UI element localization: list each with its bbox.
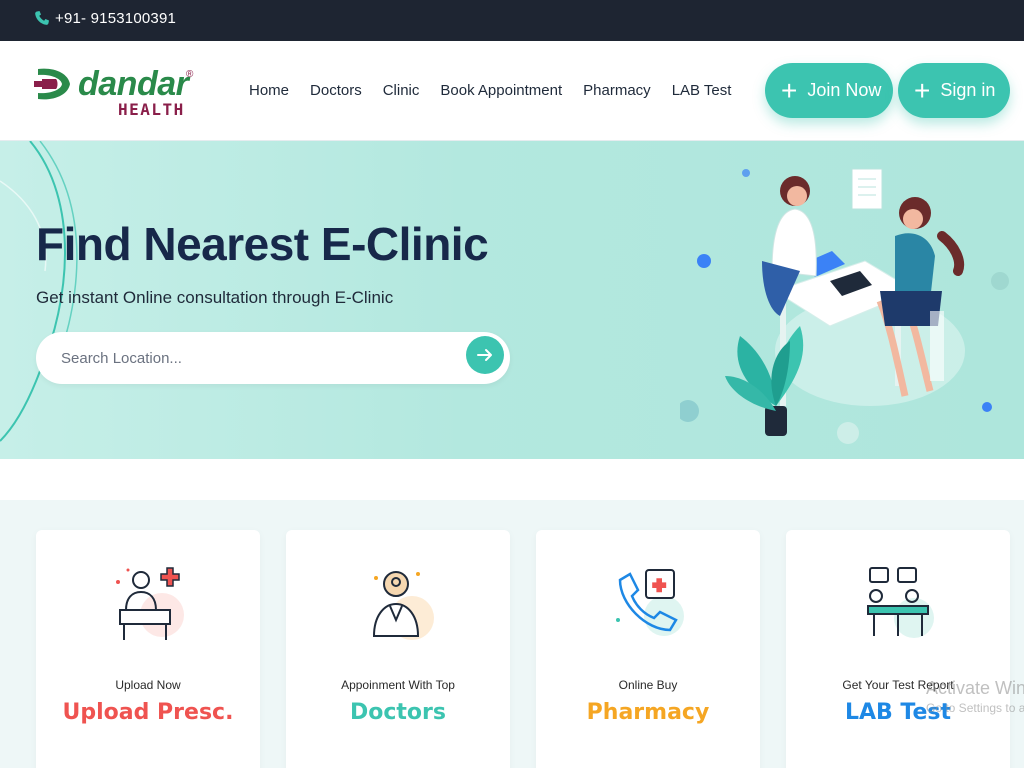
plus-icon: + (914, 74, 931, 106)
hero-title: Find Nearest E-Clinic (36, 218, 489, 270)
nav-doctors[interactable]: Doctors (310, 82, 362, 100)
service-small-doctors: Appoinment With Top (341, 678, 455, 692)
sign-in-label: Sign in (940, 80, 996, 100)
nav-pharmacy[interactable]: Pharmacy (583, 82, 651, 100)
search-location-input[interactable] (61, 346, 451, 370)
top-bar: +91- 9153100391 (0, 0, 1024, 41)
service-small-pharmacy: Online Buy (618, 678, 678, 692)
service-small-upload: Upload Now (115, 678, 181, 692)
phone-medical-icon (616, 569, 684, 636)
services-section: Upload Now Upload Presc. Appoinment With… (0, 500, 1024, 768)
service-big-doctors: Doctors (350, 700, 446, 725)
service-big-pharmacy: Pharmacy (586, 700, 710, 725)
logo[interactable]: dandar ® HEALTH (34, 59, 204, 123)
join-now-button[interactable]: + Join Now (765, 63, 893, 118)
brand-sub: HEALTH (118, 100, 185, 119)
header: dandar ® HEALTH Home Doctors Clinic Book… (0, 41, 1024, 141)
phone-number[interactable]: +91- 9153100391 (55, 10, 176, 27)
lab-consultation-icon (867, 567, 934, 638)
activate-windows-watermark: Activate Wind Go to Settings to a (926, 678, 1024, 715)
hero-banner: Find Nearest E-Clinic Get instant Online… (0, 141, 1024, 459)
sign-in-button[interactable]: + Sign in (898, 63, 1010, 118)
brand-name: dandar (78, 65, 189, 103)
service-card-upload[interactable]: Upload Now Upload Presc. (36, 530, 260, 768)
service-card-doctors[interactable]: Appoinment With Top Doctors (286, 530, 510, 768)
nav-book-appointment[interactable]: Book Appointment (440, 82, 562, 100)
upload-prescription-icon (116, 567, 184, 640)
search-submit-button[interactable] (466, 336, 504, 374)
logo-mark-icon (34, 68, 70, 100)
watermark-line-1: Activate Wind (926, 678, 1024, 698)
hero-subtitle: Get instant Online consultation through … (36, 288, 394, 307)
registered-mark: ® (186, 69, 194, 80)
nav-home[interactable]: Home (249, 82, 289, 100)
service-card-pharmacy[interactable]: Online Buy Pharmacy (536, 530, 760, 768)
service-card-lab-test[interactable]: Get Your Test Report LAB Test (786, 530, 1010, 768)
location-search (36, 332, 510, 384)
plus-icon: + (781, 74, 798, 106)
doctor-icon (372, 571, 434, 640)
clinic-illustration (680, 168, 1009, 444)
nav-clinic[interactable]: Clinic (383, 82, 420, 100)
watermark-line-2: Go to Settings to a (926, 701, 1024, 715)
phone-icon (35, 11, 49, 25)
service-big-upload: Upload Presc. (62, 700, 234, 725)
nav-lab-test[interactable]: LAB Test (672, 82, 732, 100)
join-now-label: Join Now (807, 80, 882, 100)
arrow-right-icon (477, 349, 492, 361)
main-nav: Home Doctors Clinic Book Appointment Pha… (249, 82, 731, 100)
